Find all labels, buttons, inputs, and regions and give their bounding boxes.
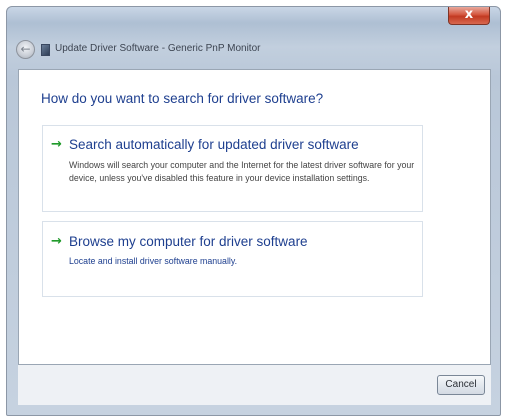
back-button[interactable]: ←	[16, 40, 35, 59]
title-bar: x	[7, 7, 500, 37]
option-browse-computer[interactable]: → Browse my computer for driver software…	[42, 221, 423, 297]
wizard-title: Update Driver Software - Generic PnP Mon…	[55, 43, 261, 54]
dialog-window: x ← Update Driver Software - Generic PnP…	[6, 6, 501, 416]
dialog-footer: Cancel	[18, 365, 491, 405]
close-button[interactable]: x	[448, 7, 490, 25]
option-search-automatically[interactable]: → Search automatically for updated drive…	[42, 125, 423, 212]
page-title: How do you want to search for driver sof…	[41, 91, 324, 106]
cancel-button[interactable]: Cancel	[437, 375, 485, 395]
green-arrow-icon: →	[51, 234, 62, 249]
content-panel: How do you want to search for driver sof…	[18, 69, 491, 365]
option-description: Windows will search your computer and th…	[69, 160, 415, 183]
option-description: Locate and install driver software manua…	[69, 256, 238, 266]
option-title: Search automatically for updated driver …	[69, 137, 359, 152]
wizard-icon	[41, 44, 50, 56]
option-title: Browse my computer for driver software	[69, 234, 308, 249]
green-arrow-icon: →	[51, 137, 62, 152]
